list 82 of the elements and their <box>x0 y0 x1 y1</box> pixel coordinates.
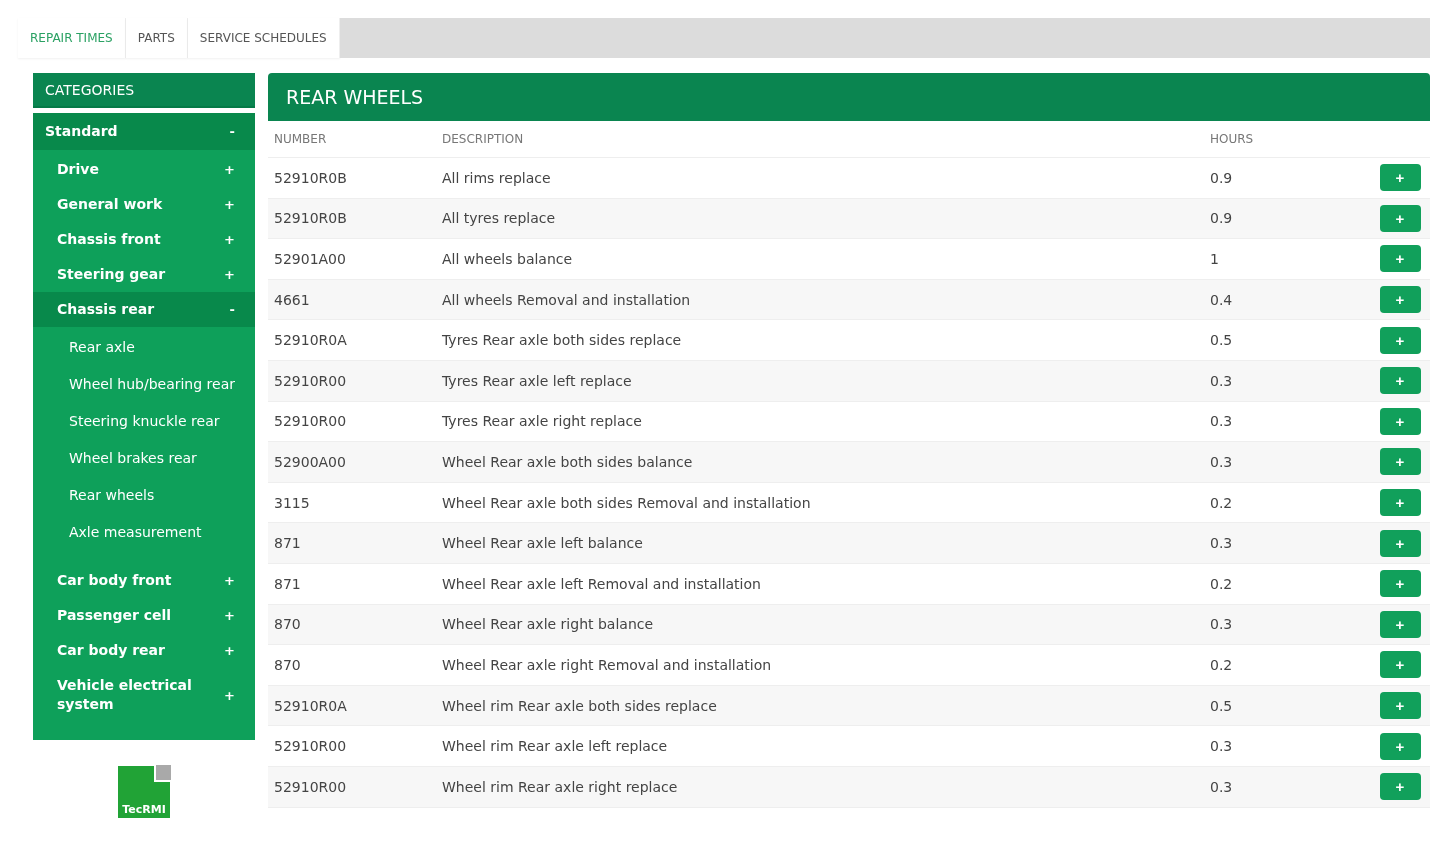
tab[interactable]: REPAIR TIMES <box>18 18 126 58</box>
table-cell: Wheel Rear axle right balance <box>436 604 1204 646</box>
category-header[interactable]: Chassis rear - <box>33 292 255 327</box>
table-cell: 0.3 <box>1204 604 1370 646</box>
category-label: General work <box>57 195 163 214</box>
toggle-sign: + <box>224 161 235 179</box>
category-item[interactable]: Axle measurement <box>33 514 255 551</box>
add-button[interactable]: + <box>1379 204 1421 232</box>
add-button[interactable]: + <box>1379 448 1421 476</box>
table-cell: 0.5 <box>1204 685 1370 727</box>
toggle-sign: + <box>224 196 235 214</box>
category-header[interactable]: Standard - <box>33 113 255 150</box>
category-label: Chassis front <box>57 230 161 249</box>
table-cell: 0.3 <box>1204 442 1370 483</box>
table-cell: 0.3 <box>1204 523 1370 564</box>
table-cell: Wheel rim Rear axle right replace <box>436 766 1204 808</box>
table-cell: 0.9 <box>1204 198 1370 240</box>
table-cell: 0.3 <box>1204 766 1370 808</box>
add-button[interactable]: + <box>1379 407 1421 435</box>
toggle-sign: + <box>224 607 235 625</box>
table-cell: 870 <box>268 604 436 646</box>
table-cell: All wheels Removal and installation <box>436 279 1204 321</box>
category-header[interactable]: Chassis front + <box>33 222 255 257</box>
toggle-sign: + <box>224 642 235 660</box>
toggle-sign: - <box>229 123 235 141</box>
toggle-sign: + <box>224 572 235 590</box>
add-button[interactable]: + <box>1379 367 1421 395</box>
add-button[interactable]: + <box>1379 692 1421 719</box>
table-cell: 52910R00 <box>268 360 436 402</box>
add-button[interactable]: + <box>1379 164 1421 192</box>
category-label: Standard <box>45 122 118 141</box>
category-label: Car body rear <box>57 641 165 660</box>
toggle-sign: + <box>224 231 235 249</box>
table-cell: Wheel Rear axle both sides balance <box>436 442 1204 483</box>
table-cell: 52910R0A <box>268 685 436 727</box>
category-header[interactable]: Drive + <box>33 152 255 187</box>
table-cell: Tyres Rear axle left replace <box>436 360 1204 402</box>
toggle-sign: + <box>224 686 235 705</box>
category-item[interactable]: Rear wheels <box>33 477 255 514</box>
add-button[interactable]: + <box>1379 286 1421 314</box>
table-cell: All tyres replace <box>436 198 1204 240</box>
add-button[interactable]: + <box>1379 245 1421 273</box>
category-header[interactable]: Vehicle electrical system + <box>33 668 255 722</box>
category-header[interactable]: Car body front + <box>33 563 255 598</box>
add-button[interactable]: + <box>1379 529 1421 557</box>
category-label: Vehicle electrical system <box>57 676 193 714</box>
category-label: Car body front <box>57 571 172 590</box>
category-item[interactable]: Wheel hub/bearing rear <box>33 366 255 403</box>
table-cell: Wheel Rear axle left balance <box>436 523 1204 564</box>
category-label: Passenger cell <box>57 606 172 625</box>
add-button[interactable]: + <box>1379 651 1421 679</box>
category-item[interactable]: Steering knuckle rear <box>33 403 255 440</box>
category-item[interactable]: Rear axle <box>33 329 255 366</box>
add-button[interactable]: + <box>1379 489 1421 517</box>
table-cell: 52910R00 <box>268 766 436 808</box>
logo: TecRMI <box>118 766 170 818</box>
category-label: Drive <box>57 160 99 179</box>
category-header[interactable]: General work + <box>33 187 255 222</box>
add-button[interactable]: + <box>1379 610 1421 638</box>
tab[interactable]: PARTS <box>125 18 188 58</box>
table-cell: 52900A00 <box>268 442 436 483</box>
categories-header: CATEGORIES <box>33 73 255 108</box>
category-item[interactable]: Wheel brakes rear <box>33 440 255 477</box>
category-header[interactable]: Steering gear + <box>33 257 255 292</box>
add-button[interactable]: + <box>1379 326 1421 354</box>
table-cell: Wheel rim Rear axle both sides replace <box>436 685 1204 727</box>
category-label: Steering gear <box>57 265 166 284</box>
add-button[interactable]: + <box>1379 570 1421 598</box>
table-cell: 0.3 <box>1204 360 1370 402</box>
tab[interactable]: SERVICE SCHEDULES <box>187 18 340 58</box>
table-cell: 0.4 <box>1204 279 1370 321</box>
category-header[interactable]: Car body rear + <box>33 633 255 668</box>
add-button[interactable]: + <box>1379 732 1421 760</box>
add-button[interactable]: + <box>1379 773 1421 801</box>
category-label: Chassis rear <box>57 300 155 319</box>
category-header[interactable]: Passenger cell + <box>33 598 255 633</box>
toggle-sign: - <box>229 301 235 319</box>
table-cell: 52910R0B <box>268 198 436 240</box>
table-cell: 4661 <box>268 279 436 321</box>
table-title: REAR WHEELS <box>268 73 1430 121</box>
toggle-sign: + <box>224 266 235 284</box>
table-cell: 871 <box>268 523 436 564</box>
